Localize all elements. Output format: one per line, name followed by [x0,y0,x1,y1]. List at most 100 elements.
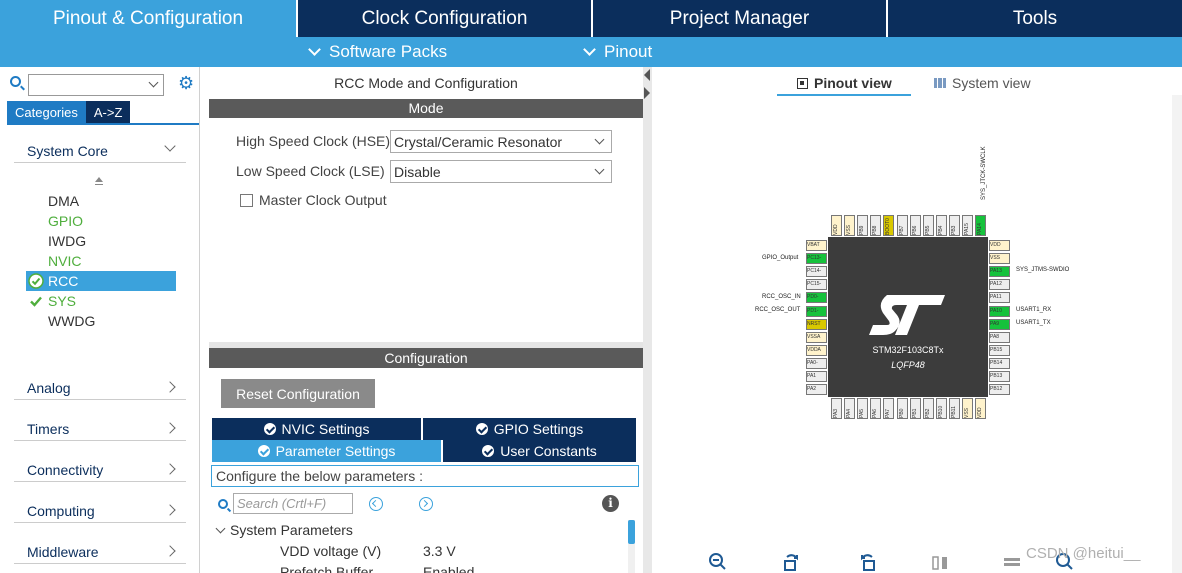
peripheral-dma[interactable]: DMA [26,191,176,211]
pin-left-4[interactable]: PD0- [806,292,827,304]
pin-bottom-11[interactable]: VDD [975,398,987,419]
previous-result-icon[interactable] [369,497,383,511]
pin-right-11[interactable]: PB12 [989,384,1010,396]
peripheral-gpio[interactable]: GPIO [26,211,176,231]
info-icon[interactable]: i [602,495,619,512]
pin-top-8[interactable]: PB4 [935,215,947,236]
param-prefetch-value[interactable]: Enabled [423,564,474,573]
pin-left-10[interactable]: PA1 [806,371,827,382]
pin-top-2[interactable]: PB9 [857,215,869,236]
pin-left-9[interactable]: PA0- [806,357,827,369]
pin-bottom-5[interactable]: PB0 [896,398,908,419]
hse-select[interactable]: Crystal/Ceramic Resonator [390,130,612,153]
system-parameters-group[interactable]: System Parameters [215,522,353,538]
pin-right-2[interactable]: PA13 [989,266,1010,278]
peripheral-rcc[interactable]: RCC [26,271,176,291]
pin-right-6[interactable]: PA9 [989,318,1010,330]
collapse-left-icon[interactable] [644,69,650,81]
pin-top-6[interactable]: PB6 [909,215,921,236]
group-analog[interactable]: Analog [14,376,186,400]
pin-bottom-3[interactable]: PA6 [870,398,882,419]
pin-top-10[interactable]: PA15 [962,215,973,236]
pin-left-3[interactable]: PC15- [806,279,827,291]
pin-left-6[interactable]: NRST [806,318,827,330]
pin-top-7[interactable]: PB5 [922,215,934,236]
pin-top-11[interactable]: PA14 [975,215,987,236]
pin-left-8[interactable]: VDDA [806,344,827,356]
pin-right-10[interactable]: PB13 [989,371,1010,382]
reset-configuration-button[interactable]: Reset Configuration [221,379,375,408]
pin-right-0[interactable]: VDD [989,240,1010,251]
pin-top-9[interactable]: PB3 [948,215,960,236]
expand-right-icon[interactable] [644,87,650,99]
tab-user-constants[interactable]: User Constants [443,440,636,462]
grid-icon[interactable] [1002,552,1022,572]
scrollbar-thumb[interactable] [628,520,635,544]
tab-pinout-configuration[interactable]: Pinout & Configuration [0,0,298,37]
pin-left-1[interactable]: PC13- [806,253,827,265]
pin-right-1[interactable]: VSS [989,253,1010,265]
master-clock-output-checkbox[interactable] [240,193,253,207]
pin-bottom-2[interactable]: PA5 [857,398,869,419]
pin-right-7[interactable]: PA8 [989,331,1010,343]
pin-right-3[interactable]: PA12 [989,279,1010,291]
tab-parameter-settings[interactable]: Parameter Settings [212,440,441,462]
pin-bottom-1[interactable]: PA4 [844,398,856,419]
flip-icon[interactable] [930,552,950,572]
pinout-menu[interactable]: Pinout [583,42,652,62]
tab-gpio-settings[interactable]: GPIO Settings [423,418,636,440]
pin-bottom-4[interactable]: PA7 [883,398,895,419]
pin-bottom-8[interactable]: PB10 [935,398,947,419]
rotate-left-icon[interactable] [857,552,877,572]
pin-right-5[interactable]: PA10 [989,305,1010,317]
pin-right-9[interactable]: PB14 [989,357,1010,369]
pin-bottom-6[interactable]: PB1 [909,398,921,419]
tab-categories[interactable]: Categories [7,101,86,123]
group-system-core[interactable]: System Core [14,139,186,163]
group-computing[interactable]: Computing [14,499,186,523]
pin-left-2[interactable]: PC14- [806,266,827,278]
peripheral-iwdg[interactable]: IWDG [26,231,176,251]
category-tabs: Categories A->Z [7,101,131,123]
pin-bottom-7[interactable]: PB2 [922,398,934,419]
pin-top-4[interactable]: BOOT0 [883,215,895,236]
rotate-right-icon[interactable] [782,552,802,572]
tab-clock-configuration[interactable]: Clock Configuration [298,0,593,37]
peripheral-wwdg[interactable]: WWDG [26,311,176,331]
pin-right-4[interactable]: PA11 [989,292,1010,304]
panel-splitter[interactable] [643,67,652,573]
group-middleware[interactable]: Middleware [14,540,186,564]
tab-nvic-settings[interactable]: NVIC Settings [212,418,421,440]
next-result-icon[interactable] [419,497,433,511]
software-packs-menu[interactable]: Software Packs [308,42,447,62]
peripheral-nvic[interactable]: NVIC [26,251,176,271]
pin-top-3[interactable]: PB8 [870,215,882,236]
pin-left-7[interactable]: VSSA [806,331,827,343]
zoom-out-icon[interactable] [708,552,728,572]
tab-tools[interactable]: Tools [888,0,1182,37]
pin-bottom-0[interactable]: PA3 [831,398,842,419]
pin-left-5[interactable]: PD1- [806,305,827,317]
scroll-up-icon[interactable] [95,177,103,185]
tab-project-manager[interactable]: Project Manager [593,0,888,37]
group-timers[interactable]: Timers [14,417,186,441]
category-search-input[interactable] [28,74,164,96]
pin-left-11[interactable]: PA2 [806,384,827,396]
pin-left-0[interactable]: VBAT [806,240,827,251]
pin-bottom-10[interactable]: VSS [962,398,973,419]
group-connectivity[interactable]: Connectivity [14,458,186,482]
gear-icon[interactable]: ⚙ [178,73,194,93]
pin-top-0[interactable]: VDD [831,215,842,236]
pin-right-8[interactable]: PB15 [989,344,1010,356]
pin-label-usart1-rx: USART1_RX [1016,307,1052,313]
lse-select[interactable]: Disable [390,160,612,183]
tab-a-to-z[interactable]: A->Z [85,101,131,123]
pin-top-5[interactable]: PB7 [896,215,908,236]
peripheral-sys[interactable]: SYS [26,291,176,311]
pin-top-1[interactable]: VSS [844,215,856,236]
pin-bottom-9[interactable]: PB11 [948,398,960,419]
parameter-scrollbar[interactable] [628,520,635,573]
parameter-search-input[interactable]: Search (Crtl+F) [233,493,353,514]
peripheral-label: SYS [48,293,77,309]
param-vdd-value[interactable]: 3.3 V [423,543,456,559]
